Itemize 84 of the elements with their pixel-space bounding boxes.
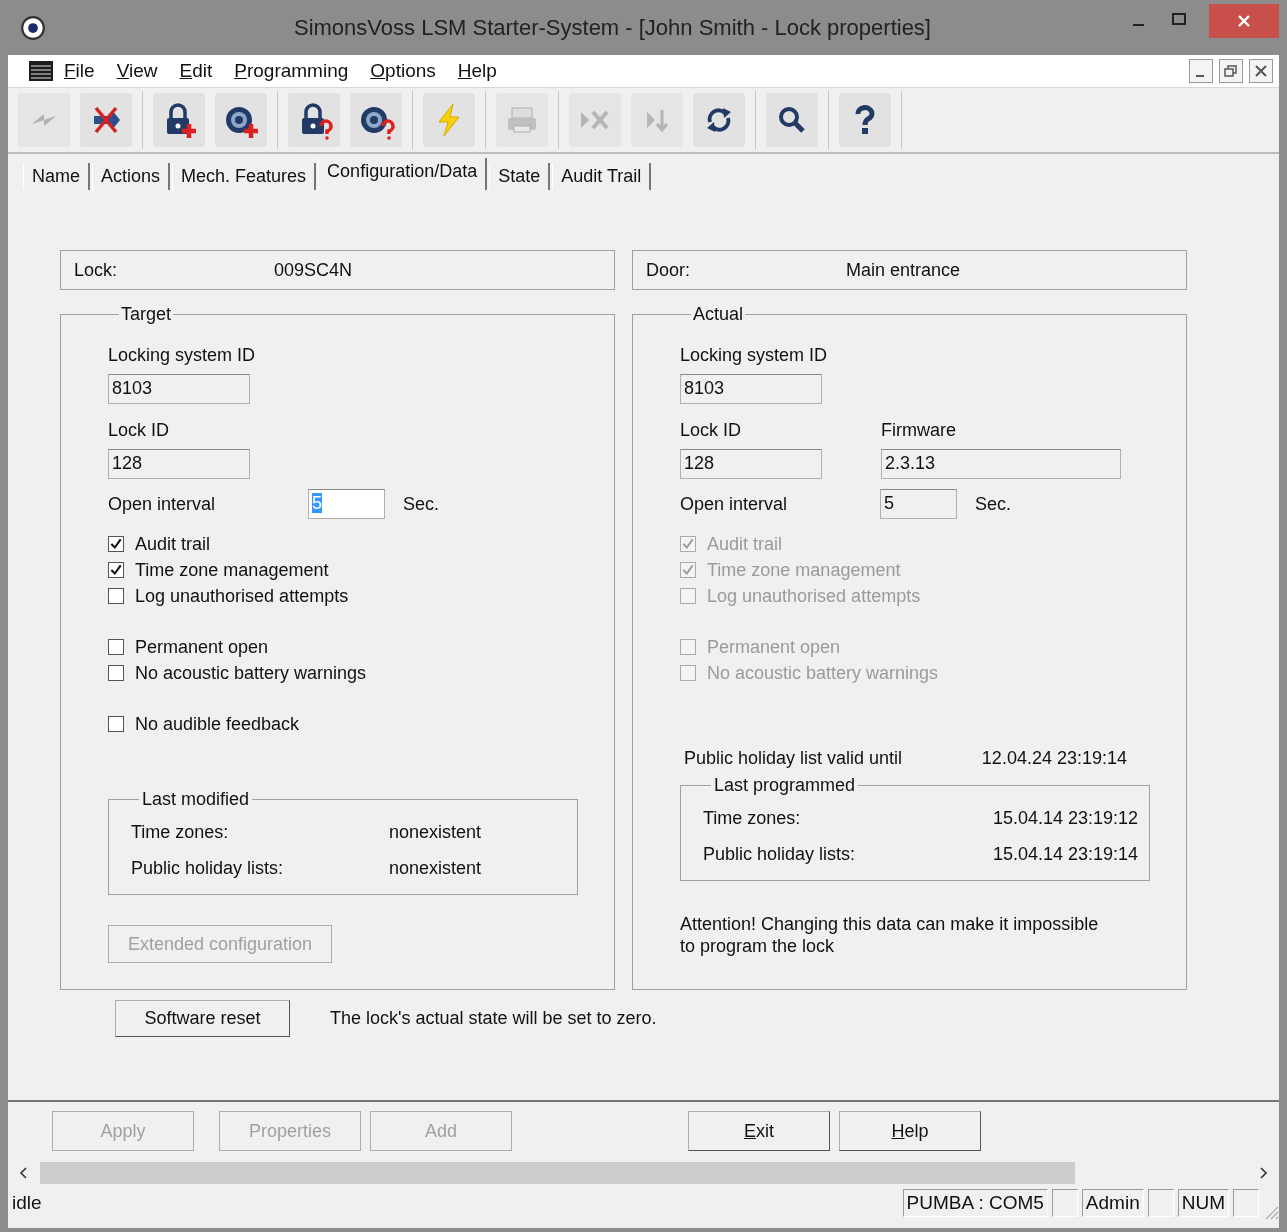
group-title: Actual <box>692 304 745 325</box>
toolbar-button[interactable] <box>350 93 402 147</box>
history-label: Public holiday lists: <box>131 857 285 879</box>
checkbox[interactable]: No audible feedback <box>108 711 614 737</box>
menu-item[interactable]: Programming <box>234 60 349 82</box>
input-field[interactable]: 8103 <box>108 374 250 404</box>
history-value: nonexistent <box>389 857 482 879</box>
tab[interactable]: Name <box>23 163 90 190</box>
unit-label: Sec. <box>975 493 1012 515</box>
field-label: Lock ID <box>680 420 743 441</box>
reset-note: The lock's actual state will be set to zero. <box>330 1008 657 1029</box>
dialog-button[interactable]: Help <box>839 1111 981 1151</box>
history-value: 15.04.14 23:19:14 <box>993 843 1139 865</box>
status-pane <box>1233 1189 1259 1217</box>
menu-item[interactable]: Help <box>457 60 497 82</box>
scrollbar-thumb[interactable] <box>40 1162 1075 1184</box>
software-reset-button[interactable]: Software reset <box>115 1000 290 1037</box>
group-title: Last modified <box>141 789 251 810</box>
input-field[interactable]: 2.3.13 <box>881 449 1121 479</box>
toolbar-button[interactable] <box>288 93 340 147</box>
field-label: Locking system ID <box>108 345 257 366</box>
status-pane <box>1147 1189 1174 1217</box>
app-icon <box>20 14 46 41</box>
status-text: idle <box>12 1192 43 1214</box>
warning-text: Attention! Changing this data can make it impossible to program the lock <box>680 913 1100 957</box>
tab[interactable]: Mech. Features <box>172 163 317 190</box>
checkmark-icon <box>109 563 123 577</box>
dialog-button[interactable]: Exit <box>688 1111 830 1151</box>
window-title: SimonsVoss LSM Starter-System - [John Smith - Lock properties] <box>293 14 932 41</box>
close-button[interactable] <box>1249 59 1273 83</box>
toolbar-button[interactable] <box>215 93 267 147</box>
resize-grip-icon[interactable] <box>1263 1204 1279 1220</box>
field-label: Locking system ID <box>680 345 829 366</box>
toolbar-button[interactable] <box>693 93 745 147</box>
field-label: Lock ID <box>108 420 171 441</box>
tab[interactable]: State <box>489 163 551 190</box>
tab[interactable]: Audit Trail <box>552 163 652 190</box>
toolbar-button[interactable] <box>766 93 818 147</box>
input-field[interactable]: 128 <box>108 449 250 479</box>
tab[interactable]: Configuration/Data <box>318 158 488 190</box>
info-label: Lock: <box>74 259 119 281</box>
menu-item[interactable]: Edit <box>179 60 213 82</box>
minimize-button[interactable] <box>1189 59 1213 83</box>
close-button[interactable] <box>1209 3 1279 38</box>
menu-item[interactable]: View <box>116 60 158 82</box>
checkbox[interactable]: Audit trail <box>108 531 614 557</box>
unit-label: Sec. <box>403 493 440 515</box>
checkmark-icon <box>109 537 123 551</box>
input-field[interactable]: 8103 <box>680 374 822 404</box>
status-pane <box>1051 1189 1078 1217</box>
input-field[interactable]: 128 <box>680 449 822 479</box>
restore-button[interactable] <box>1219 59 1243 83</box>
status-pane: PUMBA : COM5 <box>902 1189 1048 1217</box>
history-label: Time zones: <box>131 821 230 843</box>
document-icon[interactable] <box>28 60 54 82</box>
field-label: Firmware <box>881 420 957 441</box>
checkbox[interactable]: Time zone management <box>108 557 614 583</box>
checkbox[interactable]: Permanent open <box>108 634 614 660</box>
checkbox[interactable]: No acoustic battery warnings <box>108 660 614 686</box>
field-label: Open interval <box>680 493 789 515</box>
menu-item[interactable]: Options <box>370 60 436 82</box>
holiday-label: Public holiday list valid until <box>684 748 903 769</box>
checkmark-icon <box>681 563 695 577</box>
toolbar-button[interactable] <box>80 93 132 147</box>
toolbar-button[interactable] <box>153 93 205 147</box>
group-title: Last programmed <box>713 775 857 796</box>
status-pane: Admin <box>1081 1189 1144 1217</box>
checkbox[interactable]: Log unauthorised attempts <box>108 583 614 609</box>
input-field[interactable]: 5 <box>880 489 957 519</box>
history-label: Public holiday lists: <box>703 843 857 865</box>
group-title: Target <box>120 304 173 325</box>
menu-item[interactable]: File <box>64 60 95 82</box>
info-value: 009SC4N <box>274 259 353 281</box>
history-label: Time zones: <box>703 807 802 829</box>
history-value: nonexistent <box>389 821 482 843</box>
tab[interactable]: Actions <box>92 163 171 190</box>
field-label: Open interval <box>108 493 217 515</box>
checkmark-icon <box>681 537 695 551</box>
history-value: 15.04.14 23:19:12 <box>993 807 1139 829</box>
info-value: Main entrance <box>846 259 961 281</box>
toolbar-button[interactable] <box>839 93 891 147</box>
status-pane: NUM <box>1177 1189 1229 1217</box>
holiday-date: 12.04.24 23:19:14 <box>981 748 1127 769</box>
info-label: Door: <box>646 259 691 281</box>
